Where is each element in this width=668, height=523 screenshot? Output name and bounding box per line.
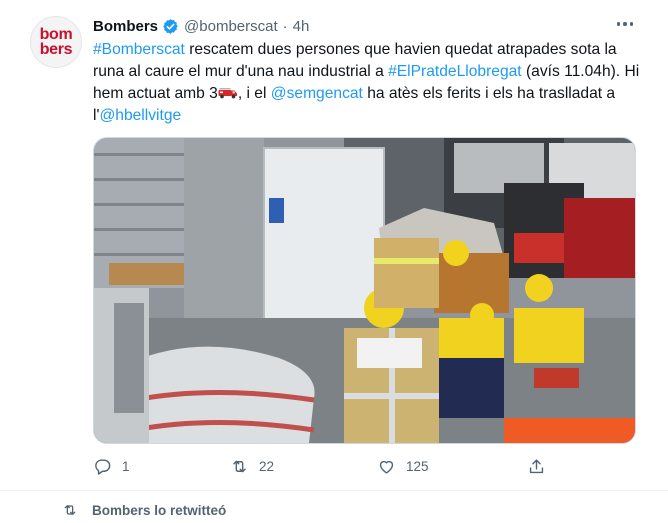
reply-button[interactable]: 1 bbox=[93, 455, 130, 477]
fire-engine-emoji-icon bbox=[218, 88, 237, 99]
tweet-timestamp[interactable]: 4h bbox=[293, 18, 310, 35]
tweet-text: #Bomberscat rescatem dues persones que h… bbox=[93, 39, 643, 127]
mention-link[interactable]: @semgencat bbox=[271, 85, 363, 102]
hashtag-link[interactable]: #ElPratdeLlobregat bbox=[388, 63, 522, 80]
rescue-scene-image bbox=[94, 138, 635, 443]
retweet-icon bbox=[233, 460, 246, 472]
author-handle[interactable]: @bomberscat bbox=[184, 18, 278, 35]
avatar-line-2: bers bbox=[39, 41, 73, 58]
avatar[interactable]: bom bers bbox=[30, 16, 82, 68]
tweet-text-part: , i el bbox=[237, 85, 271, 102]
reply-icon bbox=[95, 458, 111, 475]
heart-icon bbox=[379, 460, 394, 474]
retweet-button[interactable]: 22 bbox=[230, 455, 274, 477]
retweet-notice[interactable]: Bombers lo retwitteó bbox=[62, 502, 226, 518]
tweet-photo[interactable] bbox=[93, 137, 636, 444]
tweet[interactable]: bom bers Bombers @bomberscat · 4h #Bombe… bbox=[0, 0, 668, 490]
tweet-header: Bombers @bomberscat · 4h bbox=[93, 15, 309, 37]
share-button[interactable] bbox=[527, 455, 546, 477]
retweet-icon bbox=[64, 505, 76, 515]
separator-dot: · bbox=[282, 17, 288, 35]
mention-link[interactable]: @hbellvitge bbox=[99, 107, 181, 124]
verified-badge-icon bbox=[163, 18, 178, 34]
hashtag-link[interactable]: #Bomberscat bbox=[93, 41, 185, 58]
tweet-actions: 1 22 125 bbox=[93, 455, 553, 477]
share-icon bbox=[529, 458, 544, 473]
retweet-count: 22 bbox=[259, 458, 275, 474]
more-options-icon[interactable] bbox=[612, 13, 638, 35]
avatar-line-1: bom bbox=[39, 26, 73, 43]
like-count: 125 bbox=[406, 458, 429, 474]
reply-count: 1 bbox=[122, 458, 130, 474]
tweet-divider bbox=[0, 490, 668, 491]
author-name[interactable]: Bombers bbox=[93, 18, 158, 35]
retweet-notice-text: Bombers lo retwitteó bbox=[92, 502, 227, 518]
like-button[interactable]: 125 bbox=[377, 455, 429, 477]
